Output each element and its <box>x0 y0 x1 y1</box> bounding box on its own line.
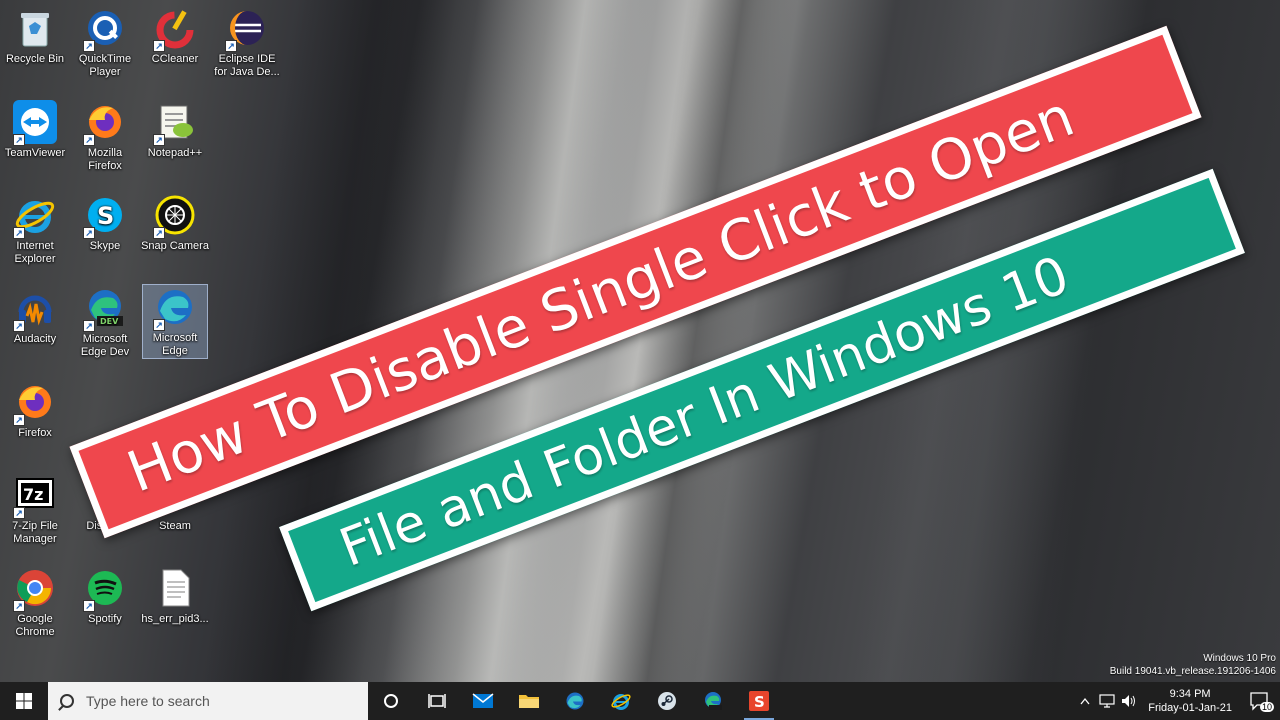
volume-button[interactable] <box>1118 682 1140 720</box>
taskbar-edge-dev[interactable] <box>690 682 736 720</box>
speaker-icon <box>1122 695 1136 707</box>
ccleaner-icon: ↗ <box>153 6 197 52</box>
hs-err-file-shortcut[interactable]: hs_err_pid3... <box>140 566 210 626</box>
svg-text:7z: 7z <box>23 485 43 504</box>
mozilla-firefox-shortcut[interactable]: ↗ Mozilla Firefox <box>70 100 140 173</box>
internet-explorer-shortcut[interactable]: ↗ Internet Explorer <box>0 193 70 266</box>
notification-count-badge: 10 <box>1259 702 1274 712</box>
cortana-button[interactable] <box>368 682 414 720</box>
search-icon <box>60 694 74 708</box>
audacity-icon: ↗ <box>13 286 57 332</box>
clock-date: Friday-01-Jan-21 <box>1148 702 1232 714</box>
text-file-icon <box>153 566 197 610</box>
search-placeholder: Type here to search <box>86 693 210 709</box>
audacity-shortcut[interactable]: ↗ Audacity <box>0 286 70 346</box>
windows-edition: Windows 10 Pro <box>1203 653 1276 664</box>
edge-icon: ↗ <box>153 285 197 331</box>
taskbar: Type here to search S 9:34 PM Friday-01-… <box>0 682 1280 720</box>
internet-explorer-icon: ↗ <box>13 193 57 239</box>
microsoft-edge-shortcut[interactable]: ↗ Microsoft Edge <box>142 284 208 359</box>
teamviewer-icon: ↗ <box>13 100 57 146</box>
windows-build: Build 19041.vb_release.191206-1406 <box>1109 666 1276 677</box>
recycle-bin-shortcut[interactable]: Recycle Bin <box>0 6 70 66</box>
notepadpp-icon: ↗ <box>153 100 197 146</box>
windows-logo-icon <box>16 693 32 709</box>
firefox-shortcut[interactable]: ↗ Firefox <box>0 380 70 440</box>
start-button[interactable] <box>0 682 48 720</box>
google-chrome-shortcut[interactable]: ↗ Google Chrome <box>0 566 70 639</box>
taskbar-mail[interactable] <box>460 682 506 720</box>
7zip-icon: 7z ↗ <box>13 473 57 519</box>
windows-watermark: Windows 10 Pro Build 19041.vb_release.19… <box>1110 652 1276 678</box>
taskbar-clock[interactable]: 9:34 PM Friday-01-Jan-21 <box>1140 687 1240 715</box>
notepadpp-shortcut[interactable]: ↗ Notepad++ <box>140 100 210 160</box>
folder-icon <box>519 695 539 708</box>
quicktime-icon: ↗ <box>83 6 127 52</box>
skype-icon: S ↗ <box>83 193 127 239</box>
firefox-icon: ↗ <box>83 100 127 146</box>
taskbar-steam[interactable] <box>644 682 690 720</box>
firefox-icon: ↗ <box>13 380 57 426</box>
taskbar-search-box[interactable]: Type here to search <box>48 682 368 720</box>
cortana-circle-icon <box>384 694 398 708</box>
eclipse-shortcut[interactable]: ↗ Eclipse IDE for Java De... <box>212 6 282 79</box>
chrome-icon: ↗ <box>13 566 57 612</box>
taskbar-snagit[interactable]: S <box>736 682 782 720</box>
snap-camera-icon: ↗ <box>153 193 197 239</box>
svg-text:DEV: DEV <box>100 317 119 326</box>
spotify-icon: ↗ <box>83 566 127 612</box>
chevron-up-icon <box>1080 697 1090 705</box>
recycle-bin-icon <box>13 6 57 50</box>
internet-explorer-icon <box>611 694 631 710</box>
svg-text:S: S <box>97 202 114 230</box>
system-tray: 9:34 PM Friday-01-Jan-21 10 <box>1074 682 1280 720</box>
action-center-button[interactable]: 10 <box>1240 682 1280 720</box>
spotify-shortcut[interactable]: ↗ Spotify <box>70 566 140 626</box>
edge-dev-icon <box>705 692 722 710</box>
eclipse-icon: ↗ <box>225 6 269 52</box>
steam-icon <box>658 692 676 710</box>
snagit-icon: S <box>749 691 769 711</box>
task-view-button[interactable] <box>414 682 460 720</box>
ccleaner-shortcut[interactable]: ↗ CCleaner <box>140 6 210 66</box>
mail-icon <box>472 693 494 708</box>
clock-time: 9:34 PM <box>1169 688 1211 700</box>
network-icon <box>1099 694 1115 708</box>
teamviewer-shortcut[interactable]: ↗ TeamViewer <box>0 100 70 160</box>
quicktime-shortcut[interactable]: ↗ QuickTime Player <box>70 6 140 79</box>
snap-camera-shortcut[interactable]: ↗ Snap Camera <box>140 193 210 253</box>
7zip-shortcut[interactable]: 7z ↗ 7-Zip File Manager <box>0 473 70 546</box>
skype-shortcut[interactable]: S ↗ Skype <box>70 193 140 253</box>
network-button[interactable] <box>1096 682 1118 720</box>
taskbar-edge[interactable] <box>552 682 598 720</box>
svg-text:S: S <box>754 693 765 711</box>
edge-dev-shortcut[interactable]: DEV ↗ Microsoft Edge Dev <box>70 286 140 359</box>
task-view-icon <box>428 694 446 708</box>
show-hidden-icons-button[interactable] <box>1074 682 1096 720</box>
taskbar-file-explorer[interactable] <box>506 682 552 720</box>
edge-icon <box>566 692 584 710</box>
taskbar-internet-explorer[interactable] <box>598 682 644 720</box>
edge-dev-icon: DEV ↗ <box>83 286 127 332</box>
